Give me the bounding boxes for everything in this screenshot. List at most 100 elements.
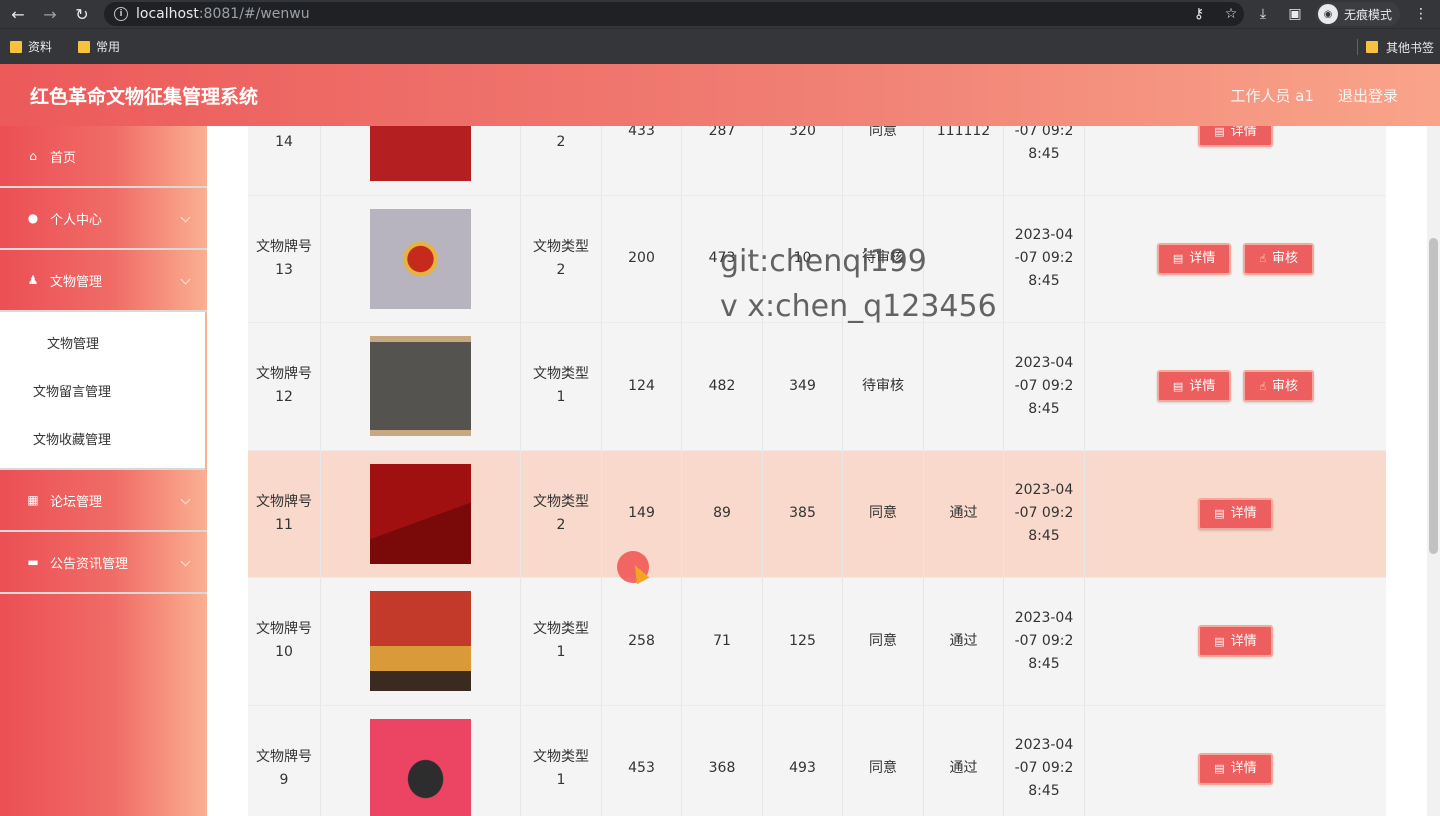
value-cell: 482 — [682, 323, 763, 450]
scrollbar-thumb[interactable] — [1429, 238, 1438, 554]
sidebar-item-profile[interactable]: ● 个人中心 — [0, 188, 207, 250]
sidebar-item-label: 个人中心 — [50, 212, 103, 228]
details-button[interactable]: ▤ 详情 — [1198, 625, 1273, 658]
review-reply-cell: 通过 — [924, 705, 1004, 816]
key-icon[interactable]: ⚷ — [1188, 6, 1210, 22]
reload-icon[interactable]: ↻ — [70, 2, 94, 26]
sidepanel-icon[interactable]: ▣ — [1284, 6, 1306, 22]
star-icon[interactable]: ☆ — [1220, 6, 1242, 22]
details-button[interactable]: ▤ 详情 — [1198, 752, 1273, 785]
created-time-cell-text: 2023-04 -07 09:2 8:45 — [1014, 609, 1074, 672]
value-cell: 320 — [763, 126, 843, 195]
table-row[interactable]: 文物牌号 10 文物类型 1 258 71 125 同意 通过 2023-04 -07 09:… — [248, 578, 1386, 706]
grid-icon: ▦ — [27, 493, 39, 507]
relic-image-cell — [321, 450, 521, 577]
url-host: localhost — [136, 6, 199, 22]
created-time-cell-text: 2023-04 -07 09:2 8:45 — [1014, 737, 1074, 800]
relics-submenu: 文物管理 文物留言管理 文物收藏管理 — [0, 312, 205, 470]
relic-image-cell — [321, 705, 521, 816]
document-icon: ▤ — [1214, 634, 1225, 648]
actions-cell: ▤ 详情 — [1085, 578, 1386, 705]
review-button[interactable]: ☝ 审核 — [1243, 242, 1315, 275]
divider — [1356, 39, 1358, 55]
value-cell: 125 — [763, 578, 843, 705]
address-bar[interactable]: i localhost:8081/#/wenwu — [104, 2, 1244, 26]
sidebar-item-announcements[interactable]: ▬ 公告资讯管理 — [0, 532, 207, 594]
table-row[interactable]: 文物牌号 11 文物类型 2 149 89 385 同意 通过 2023-04 -07 09:… — [248, 450, 1386, 578]
incognito-badge[interactable]: ◉ 无痕模式 — [1315, 2, 1400, 26]
value-cell: 258 — [602, 578, 682, 705]
value-cell-text: 349 — [789, 377, 816, 394]
value-cell-text: 493 — [789, 760, 816, 777]
chevron-down-icon — [180, 274, 191, 285]
review-reply-cell: 111112 — [924, 126, 1004, 195]
value-cell-text: 124 — [628, 377, 655, 394]
back-icon[interactable]: ← — [6, 2, 30, 26]
sidebar-item-relics[interactable]: ♟ 文物管理 — [0, 250, 207, 312]
value-cell: 71 — [682, 578, 763, 705]
button-label: 审核 — [1272, 378, 1299, 394]
value-cell-text: 453 — [628, 760, 655, 777]
submenu-item-relic-messages[interactable]: 文物留言管理 — [0, 366, 205, 414]
other-bookmarks[interactable]: 其他书签 — [1386, 39, 1434, 56]
button-label: 详情 — [1230, 506, 1257, 522]
table-row[interactable]: 文物牌号 9 文物类型 1 453 368 493 同意 通过 2023-04 -07 09:… — [248, 705, 1386, 816]
relic-type-cell: 文物类型 2 — [521, 195, 602, 322]
table-row[interactable]: 文物牌号 14 文物类型 2 433 287 320 同意 111112 2023-04 -0… — [248, 126, 1386, 196]
relic-number-cell-text: 文物牌号 11 — [256, 493, 312, 533]
review-status-cell-text: 同意 — [869, 126, 897, 139]
document-icon: ▤ — [1172, 379, 1184, 393]
relic-type-cell: 文物类型 2 — [521, 126, 602, 195]
relics-table: 文物牌号 14 文物类型 2 433 287 320 同意 111112 2023-04 -0… — [248, 126, 1386, 816]
download-icon[interactable]: ⤓ — [1252, 6, 1274, 22]
browser-toolbar: ← → ↻ i localhost:8081/#/wenwu ⚷ ☆ ⤓ ▣ ◉… — [0, 0, 1440, 28]
relic-number-cell-text: 文物牌号 10 — [256, 621, 312, 661]
created-time-cell: 2023-04 -07 09:2 8:45 — [1004, 450, 1085, 577]
relic-number-cell-text: 文物牌号 12 — [256, 366, 312, 406]
menu-dots-icon[interactable]: ⋮ — [1410, 6, 1432, 22]
submenu-item-relic-manage[interactable]: 文物管理 — [0, 318, 205, 366]
bookmark-label: 常用 — [96, 40, 121, 54]
relic-type-cell: 文物类型 2 — [521, 450, 602, 577]
review-status-cell: 同意 — [843, 126, 924, 195]
person-icon: ♟ — [27, 273, 39, 287]
value-cell-text: 125 — [789, 632, 816, 649]
submenu-item-relic-favorites[interactable]: 文物收藏管理 — [0, 414, 205, 462]
relic-number-cell: 文物牌号 13 — [248, 195, 321, 322]
review-button[interactable]: ☝ 审核 — [1243, 370, 1315, 403]
button-label: 详情 — [1230, 126, 1257, 139]
details-button[interactable]: ▤ 详情 — [1198, 126, 1273, 148]
bookmark-folder[interactable]: 常用 — [78, 38, 120, 55]
relic-thumbnail — [370, 126, 471, 182]
review-reply-cell-text: 111112 — [936, 126, 991, 139]
value-cell: 349 — [763, 323, 843, 450]
value-cell-text: 287 — [708, 126, 736, 139]
value-cell: 368 — [682, 705, 763, 816]
review-status-cell: 同意 — [843, 578, 924, 705]
created-time-cell-text: 2023-04 -07 09:2 8:45 — [1014, 354, 1074, 417]
relic-number-cell: 文物牌号 11 — [248, 450, 321, 577]
sidebar-item-label: 公告资讯管理 — [50, 556, 129, 572]
sidebar-item-home[interactable]: ⌂ 首页 — [0, 126, 207, 188]
details-button[interactable]: ▤ 详情 — [1156, 370, 1232, 403]
button-label: 审核 — [1272, 251, 1299, 267]
forward-icon[interactable]: → — [38, 2, 62, 26]
table-row[interactable]: 文物牌号 12 文物类型 1 124 482 349 待审核 2023-04 -07 09:… — [248, 323, 1386, 451]
submenu-item-label: 文物管理 — [47, 336, 100, 352]
bookmark-folder[interactable]: 资料 — [10, 38, 52, 55]
actions-cell: ▤ 详情 — [1085, 451, 1386, 578]
watermark-line: git:chenqi199 — [720, 244, 927, 279]
watermark-line: v x:chen_q123456 — [720, 289, 997, 324]
relic-type-cell-text: 文物类型 2 — [533, 238, 589, 278]
app-header: 红色革命文物征集管理系统 工作人员 a1 退出登录 — [0, 64, 1440, 126]
details-button[interactable]: ▤ 详情 — [1156, 242, 1232, 275]
button-label: 详情 — [1230, 761, 1257, 777]
value-cell-text: 385 — [789, 505, 816, 522]
details-button[interactable]: ▤ 详情 — [1198, 497, 1273, 530]
logout-link[interactable]: 退出登录 — [1338, 85, 1398, 106]
created-time-cell-text: 2023-04 -07 09:2 8:45 — [1014, 227, 1074, 290]
review-reply-cell: 通过 — [924, 578, 1004, 705]
sidebar-item-forum[interactable]: ▦ 论坛管理 — [0, 470, 207, 532]
button-label: 详情 — [1189, 378, 1216, 394]
site-info-icon[interactable]: i — [114, 7, 128, 21]
